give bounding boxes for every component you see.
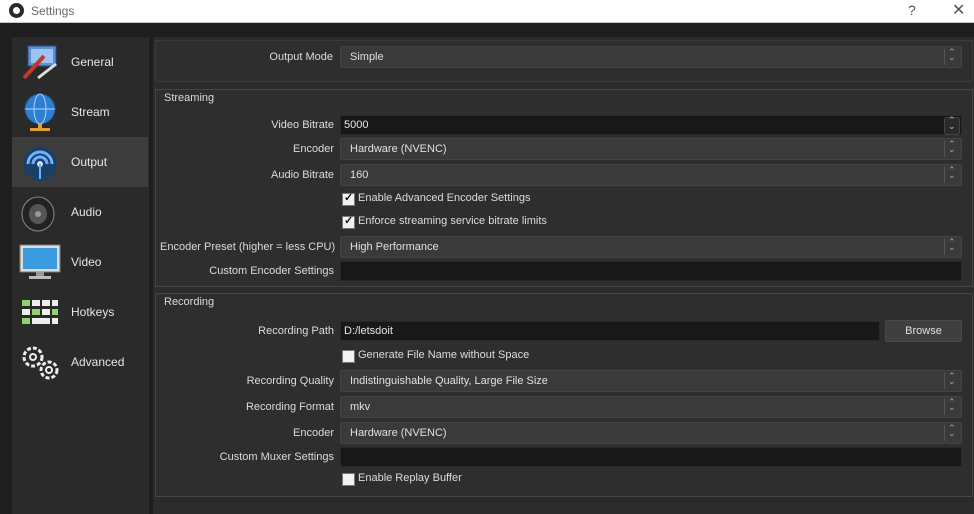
custom-encoder-input[interactable] (340, 261, 962, 281)
browse-button[interactable]: Browse (885, 320, 962, 342)
checkbox-checked-icon (342, 214, 355, 229)
recording-format-label: Recording Format (245, 401, 334, 413)
recording-encoder-select[interactable]: Hardware (NVENC) (340, 422, 962, 444)
advanced-encoder-checkbox[interactable]: Enable Advanced Encoder Settings (342, 191, 642, 208)
sidebar-item-label: Video (71, 255, 102, 269)
generate-filename-label: Generate File Name without Space (358, 349, 530, 361)
window-frame (0, 23, 10, 514)
recording-quality-select[interactable]: Indistinguishable Quality, Large File Si… (340, 370, 962, 392)
title-bar: Settings ? ✕ (0, 0, 974, 23)
video-bitrate-input[interactable]: 5000 (340, 115, 962, 135)
monitor-icon (19, 244, 61, 279)
replay-buffer-label: Enable Replay Buffer (358, 472, 462, 484)
sidebar-item-advanced[interactable]: Advanced (12, 337, 148, 387)
sidebar-item-label: General (71, 55, 114, 69)
checkbox-checked-icon (342, 191, 355, 206)
audio-bitrate-value: 160 (350, 169, 369, 181)
enforce-bitrate-label: Enforce streaming service bitrate limits (358, 215, 547, 227)
recording-path-value: D:/letsdoit (344, 325, 393, 337)
chevron-updown-icon (944, 47, 959, 65)
obs-logo-icon (9, 3, 24, 18)
sidebar-item-label: Advanced (71, 355, 125, 369)
sidebar-item-label: Stream (71, 105, 110, 119)
sidebar-item-hotkeys[interactable]: Hotkeys (12, 287, 148, 337)
sidebar-item-audio[interactable]: Audio (12, 187, 148, 237)
spinbox-arrows-icon[interactable] (944, 115, 960, 135)
recording-format-select[interactable]: mkv (340, 396, 962, 418)
advanced-encoder-label: Enable Advanced Encoder Settings (358, 192, 531, 204)
close-button[interactable]: ✕ (952, 0, 965, 20)
chevron-updown-icon (944, 139, 959, 157)
custom-muxer-input[interactable] (340, 447, 962, 467)
chevron-updown-icon (944, 165, 959, 183)
output-mode-select[interactable]: Simple (340, 46, 962, 68)
recording-format-value: mkv (350, 401, 371, 413)
recording-path-input[interactable]: D:/letsdoit (340, 321, 880, 341)
encoder-preset-select[interactable]: High Performance (340, 236, 962, 258)
settings-sidebar: General Stream Output Audio Video Hotkey… (12, 37, 149, 514)
streaming-group-title: Streaming (164, 92, 215, 104)
video-bitrate-label: Video Bitrate (271, 119, 334, 131)
speaker-icon (21, 196, 55, 232)
sidebar-item-video[interactable]: Video (12, 237, 148, 287)
custom-encoder-label: Custom Encoder Settings (209, 265, 334, 277)
globe-icon (24, 93, 56, 131)
chevron-updown-icon (944, 397, 959, 415)
stream-encoder-select[interactable]: Hardware (NVENC) (340, 138, 962, 160)
output-mode-label: Output Mode (269, 51, 333, 63)
stream-encoder-value: Hardware (NVENC) (350, 143, 447, 155)
chevron-updown-icon (944, 423, 959, 441)
replay-buffer-checkbox[interactable]: Enable Replay Buffer (342, 472, 642, 488)
chevron-updown-icon (944, 237, 959, 255)
enforce-bitrate-checkbox[interactable]: Enforce streaming service bitrate limits (342, 214, 642, 231)
chevron-updown-icon (944, 371, 959, 389)
audio-bitrate-label: Audio Bitrate (271, 169, 334, 181)
recording-group-title: Recording (164, 296, 215, 308)
help-button[interactable]: ? (908, 2, 916, 18)
generate-filename-checkbox[interactable]: Generate File Name without Space (342, 349, 642, 365)
recording-encoder-label: Encoder (293, 427, 334, 439)
output-icon (23, 147, 57, 181)
gears-icon (22, 346, 59, 380)
sidebar-item-general[interactable]: General (12, 37, 148, 87)
stream-encoder-label: Encoder (293, 143, 334, 155)
recording-path-label: Recording Path (258, 325, 334, 337)
custom-muxer-label: Custom Muxer Settings (219, 451, 334, 463)
video-bitrate-value: 5000 (344, 119, 369, 131)
window-title: Settings (31, 4, 75, 18)
checkbox-unchecked-icon (342, 350, 355, 363)
keyboard-icon (20, 298, 60, 328)
recording-quality-value: Indistinguishable Quality, Large File Si… (350, 375, 548, 387)
recording-encoder-value: Hardware (NVENC) (350, 427, 447, 439)
recording-quality-label: Recording Quality (246, 375, 334, 387)
sidebar-item-stream[interactable]: Stream (12, 87, 148, 137)
encoder-preset-value: High Performance (350, 241, 439, 253)
general-icon (22, 45, 57, 80)
checkbox-unchecked-icon (342, 473, 355, 486)
output-mode-value: Simple (350, 51, 384, 63)
audio-bitrate-select[interactable]: 160 (340, 164, 962, 186)
sidebar-item-label: Audio (71, 205, 102, 219)
encoder-preset-label: Encoder Preset (higher = less CPU) (160, 241, 336, 253)
sidebar-item-label: Hotkeys (71, 305, 115, 319)
sidebar-item-label: Output (71, 155, 108, 169)
sidebar-item-output[interactable]: Output (12, 137, 148, 187)
